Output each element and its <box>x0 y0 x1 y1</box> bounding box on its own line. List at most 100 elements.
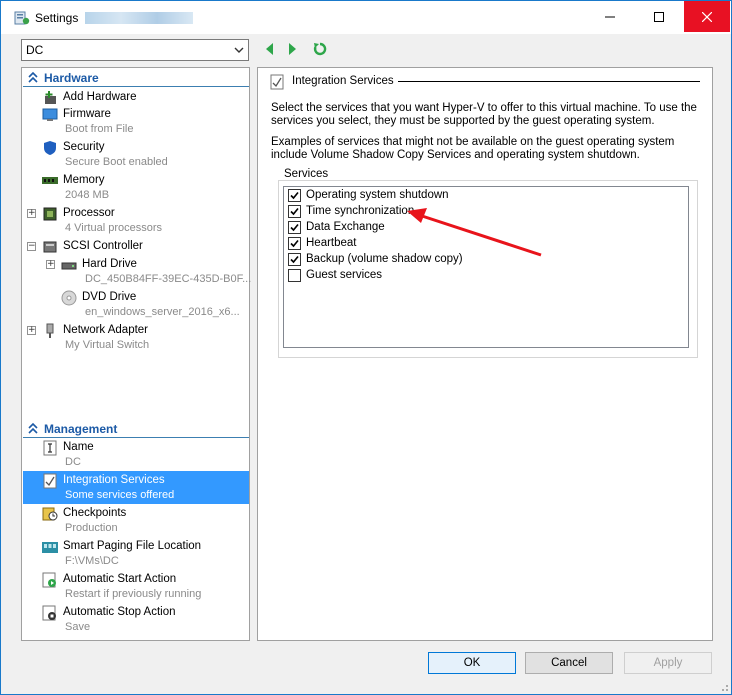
maximize-icon <box>654 11 664 22</box>
expand-plus-icon[interactable]: + <box>27 326 36 335</box>
sidebar-item-hard-drive[interactable]: + Hard Drive DC_450B84FF-39EC-435D-B0F..… <box>23 255 252 288</box>
sidebar-item-label: Smart Paging File Location <box>63 540 202 552</box>
sidebar-item-detail: 4 Virtual processors <box>65 222 163 234</box>
sidebar-item-label: DVD Drive <box>82 291 137 303</box>
sidebar-item-detail: Boot from File <box>65 123 134 135</box>
sidebar-item-smart-paging[interactable]: Smart Paging File Location F:\VMs\DC <box>23 537 249 570</box>
sidebar-item-detail: Production <box>65 522 118 534</box>
checkpoints-icon <box>42 507 58 521</box>
management-section-header[interactable]: Management <box>23 420 249 438</box>
dvd-icon <box>61 290 77 306</box>
hard-drive-icon <box>61 262 77 270</box>
sidebar-item-label: Security <box>63 141 105 153</box>
resize-grip-icon[interactable] <box>719 682 729 692</box>
service-label: Operating system shutdown <box>306 189 449 201</box>
checkmark-icon <box>290 255 299 264</box>
annotation-arrow-icon <box>407 208 542 257</box>
auto-start-icon <box>42 572 56 588</box>
expand-plus-icon[interactable]: + <box>46 260 55 269</box>
sidebar-item-automatic-start[interactable]: Automatic Start Action Restart if previo… <box>23 570 249 603</box>
chevron-down-icon <box>234 47 244 53</box>
ok-button[interactable]: OK <box>428 652 516 674</box>
sidebar-item-label: Memory <box>63 174 105 186</box>
integration-services-panel: Integration Services Select the services… <box>257 67 713 641</box>
sidebar-item-add-hardware[interactable]: Add Hardware <box>23 88 249 105</box>
sidebar-item-detail: Some services offered <box>65 489 175 501</box>
expand-plus-icon[interactable]: + <box>27 209 36 218</box>
sidebar-item-label: Hard Drive <box>82 258 137 270</box>
checkbox[interactable] <box>288 205 301 218</box>
title-bar[interactable]: Settings <box>1 1 731 34</box>
settings-tree: Hardware Add Hardware Firmware Boot from… <box>21 67 252 641</box>
close-icon <box>702 11 712 22</box>
sidebar-item-detail: DC <box>65 456 81 468</box>
checkmark-icon <box>290 223 299 232</box>
sidebar-item-detail: DC_450B84FF-39EC-435D-B0F... <box>85 273 252 285</box>
firmware-icon <box>42 108 58 121</box>
minimize-button[interactable] <box>587 1 633 32</box>
sidebar-item-detail: My Virtual Switch <box>65 339 150 351</box>
smart-paging-icon <box>42 542 58 553</box>
add-hardware-icon <box>45 91 56 104</box>
sidebar-item-automatic-stop[interactable]: Automatic Stop Action Save <box>23 603 249 636</box>
refresh-icon[interactable] <box>312 41 328 57</box>
back-arrow-icon[interactable] <box>262 41 278 57</box>
close-button[interactable] <box>684 1 730 32</box>
checkbox[interactable] <box>288 189 301 202</box>
service-guest-services[interactable]: Guest services <box>287 268 587 284</box>
sidebar-item-label: Checkpoints <box>63 507 127 519</box>
sidebar-item-security[interactable]: Security Secure Boot enabled <box>23 138 249 171</box>
sidebar-item-label: Integration Services <box>63 474 165 486</box>
service-label: Data Exchange <box>306 221 385 233</box>
sidebar-item-scsi-controller[interactable]: − SCSI Controller <box>23 237 249 254</box>
checkbox[interactable] <box>288 237 301 250</box>
sidebar-item-label: Firmware <box>63 108 111 120</box>
sidebar-item-detail: en_windows_server_2016_x6... <box>85 306 240 318</box>
service-label: Heartbeat <box>306 237 357 249</box>
checkmark-icon <box>290 207 299 216</box>
redacted-title-text <box>85 12 193 24</box>
forward-arrow-icon[interactable] <box>284 41 300 57</box>
hardware-heading: Hardware <box>44 71 99 85</box>
checkmark-icon <box>290 191 299 200</box>
panel-title: Integration Services <box>292 75 394 87</box>
processor-icon <box>43 207 57 221</box>
service-label: Guest services <box>306 269 383 281</box>
memory-icon <box>42 177 58 184</box>
maximize-button[interactable] <box>636 1 682 32</box>
settings-window: Settings DC Hardware Add Hardware Firmwa… <box>0 0 732 695</box>
sidebar-item-dvd-drive[interactable]: DVD Drive en_windows_server_2016_x6... <box>23 288 249 321</box>
settings-app-icon <box>14 11 30 25</box>
title-divider <box>398 81 700 82</box>
checkbox[interactable] <box>288 221 301 234</box>
services-group-label: Services <box>283 168 330 180</box>
sidebar-item-label: Network Adapter <box>63 324 149 336</box>
sidebar-item-memory[interactable]: Memory 2048 MB <box>23 171 249 204</box>
sidebar-item-processor[interactable]: + Processor 4 Virtual processors <box>23 204 249 237</box>
vm-select[interactable]: DC <box>21 39 249 61</box>
sidebar-item-name[interactable]: Name DC <box>23 438 249 471</box>
sidebar-item-detail: F:\VMs\DC <box>65 555 119 567</box>
integration-services-icon <box>270 74 284 90</box>
window-title: Settings <box>35 11 79 25</box>
hardware-section-header[interactable]: Hardware <box>23 69 249 87</box>
name-icon <box>43 440 57 456</box>
apply-button[interactable]: Apply <box>624 652 712 674</box>
checkbox[interactable] <box>288 269 301 282</box>
sidebar-item-detail: Save <box>65 621 91 633</box>
sidebar-item-network-adapter[interactable]: + Network Adapter My Virtual Switch <box>23 321 249 354</box>
intro-text: Select the services that you want Hyper-… <box>271 102 697 127</box>
checkbox[interactable] <box>288 253 301 266</box>
cancel-button[interactable]: Cancel <box>525 652 613 674</box>
sidebar-item-label: Processor <box>63 207 115 219</box>
collapse-minus-icon[interactable]: − <box>27 242 36 251</box>
service-label: Time synchronization <box>306 205 415 217</box>
integration-services-icon <box>43 473 57 489</box>
sidebar-item-firmware[interactable]: Firmware Boot from File <box>23 105 249 138</box>
sidebar-item-integration-services[interactable]: Integration Services Some services offer… <box>23 471 249 504</box>
sidebar-item-checkpoints[interactable]: Checkpoints Production <box>23 504 249 537</box>
shield-icon <box>44 141 56 155</box>
sidebar-item-detail: Secure Boot enabled <box>65 156 168 168</box>
sidebar-item-label: SCSI Controller <box>63 240 143 252</box>
sidebar-item-label: Automatic Stop Action <box>63 606 176 618</box>
